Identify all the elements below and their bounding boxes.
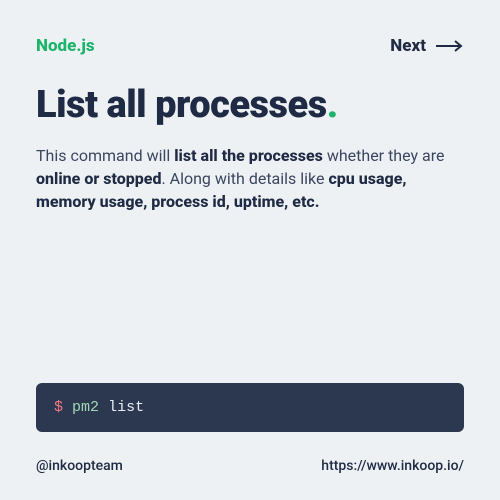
code-command: pm2	[72, 399, 99, 416]
topbar: Node.js Next	[36, 36, 464, 56]
brand-label: Node.js	[36, 36, 95, 56]
code-arg: list	[108, 399, 144, 416]
footer: @inkoopteam https://www.inkoop.io/	[36, 458, 464, 474]
desc-bold: list all the processes	[174, 146, 323, 165]
code-prompt: $	[54, 399, 63, 416]
code-block: $ pm2 list	[36, 383, 464, 432]
next-label: Next	[390, 36, 426, 56]
arrow-right-icon	[436, 40, 464, 52]
desc-part: whether they are	[323, 146, 445, 165]
desc-part: . Along with details like	[161, 169, 328, 188]
footer-handle: @inkoopteam	[36, 458, 123, 474]
description: This command will list all the processes…	[36, 144, 446, 214]
page-title: List all processes.	[36, 86, 464, 126]
title-text: List all processes	[36, 83, 327, 127]
next-link[interactable]: Next	[390, 36, 464, 56]
title-dot: .	[327, 83, 338, 127]
desc-part: This command will	[36, 146, 174, 165]
footer-url: https://www.inkoop.io/	[321, 458, 464, 474]
desc-bold: online or stopped	[36, 169, 161, 188]
